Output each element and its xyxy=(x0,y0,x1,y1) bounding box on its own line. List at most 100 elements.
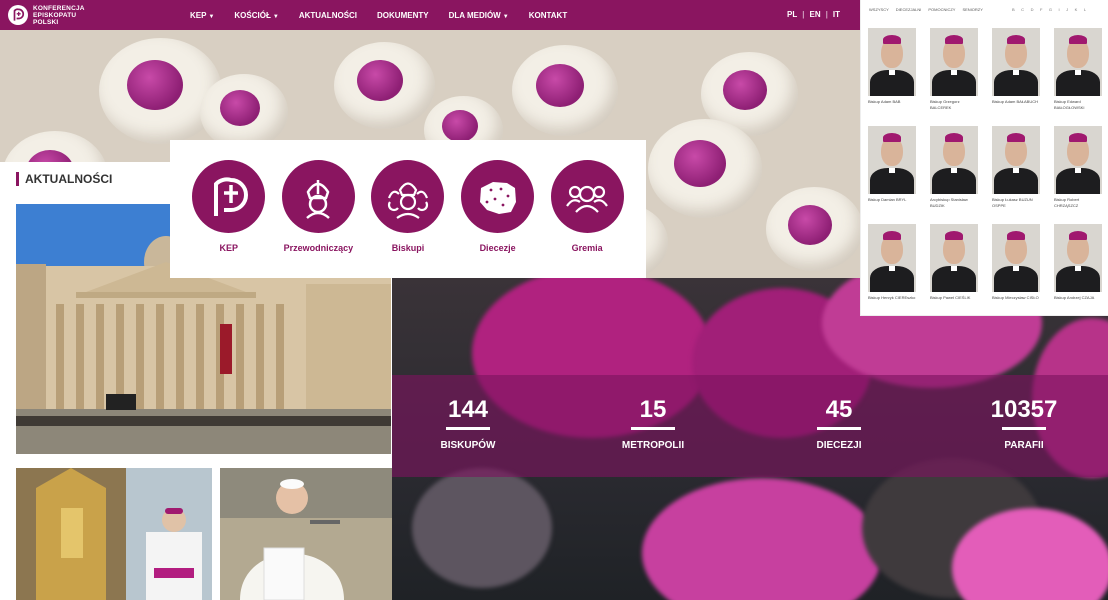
bishop-name: Biskup Damian BRYL xyxy=(868,197,907,202)
lang-separator: | xyxy=(802,10,805,19)
bishop-name: Biskup Adam BAŁABUCH xyxy=(992,99,1039,104)
main-nav: KEP ▼ KOŚCIÓŁ ▼ AKTUALNOŚCI DOKUMENTY DLA … xyxy=(190,11,587,20)
stat-parafii: 10357 PARAFII xyxy=(959,396,1089,451)
quicklink-biskupi[interactable]: Biskupi xyxy=(368,160,448,253)
bishop-card[interactable]: Biskup Łukasz BUZUN OSPPE xyxy=(992,126,1042,209)
quicklink-przewodniczacy[interactable]: Przewodniczący xyxy=(278,160,358,253)
stat-value: 45 xyxy=(825,396,853,423)
chevron-down-icon: ▼ xyxy=(502,13,509,20)
letter-filter[interactable]: I xyxy=(1059,7,1060,12)
kep-cross-icon xyxy=(192,160,266,233)
letter-filter[interactable]: L xyxy=(1084,7,1086,12)
letter-filter[interactable]: G xyxy=(1049,7,1052,12)
bishop-portrait xyxy=(1054,28,1102,96)
kep-logo-icon xyxy=(8,5,28,25)
site-logo[interactable]: KONFERENCJA EPISKOPATU POLSKI xyxy=(8,5,178,26)
stat-divider xyxy=(631,427,675,430)
letter-filter[interactable]: B xyxy=(1012,7,1015,12)
bishop-card[interactable]: Arcybiskup Stanisław BUDZIK xyxy=(930,126,980,209)
bishop-portrait xyxy=(992,224,1040,292)
stat-value: 144 xyxy=(447,396,489,423)
bishop-name: Biskup Robert CHRZĄSZCZ xyxy=(1054,197,1080,208)
bishop-card[interactable]: Biskup Paweł CIEŚLIK xyxy=(930,224,980,301)
bishop-card[interactable]: Biskup Damian BRYL xyxy=(868,126,918,203)
stat-label: PARAFII xyxy=(1004,440,1044,451)
bishop-name: Biskup Mieczysław CISŁO xyxy=(992,295,1039,300)
logo-text: KONFERENCJA EPISKOPATU POLSKI xyxy=(33,4,85,26)
alphabet-filter: B C D F G I J K L xyxy=(1012,7,1093,12)
language-switcher: PL | EN | IT xyxy=(782,10,840,19)
quicklink-diecezje[interactable]: Diecezje xyxy=(458,160,538,253)
quicklink-kep[interactable]: KEP xyxy=(189,160,269,253)
stat-divider xyxy=(446,427,490,430)
nav-item-dla-mediow[interactable]: DLA MEDIÓW ▼ xyxy=(449,11,509,20)
stat-label: METROPOLII xyxy=(621,440,685,451)
photo-blob xyxy=(412,468,552,588)
nav-item-kep[interactable]: KEP ▼ xyxy=(190,11,214,20)
bishop-card[interactable]: Biskup Adam BAB xyxy=(868,28,918,105)
stat-label: DIECEZJI xyxy=(816,440,862,451)
photo-blob xyxy=(642,478,882,600)
letter-filter[interactable]: K xyxy=(1075,7,1078,12)
bishop-portrait xyxy=(930,28,978,96)
filter-pomocniczy[interactable]: POMOCNICZY xyxy=(928,7,955,12)
bishop-portrait xyxy=(930,126,978,194)
bishop-card[interactable]: Biskup Adam BAŁABUCH xyxy=(992,28,1042,105)
stat-diecezji: 45 DIECEZJI xyxy=(774,396,904,451)
filter-seniorzy[interactable]: SENIORZY xyxy=(962,7,982,12)
stat-label: BISKUPÓW xyxy=(440,440,496,451)
people-group-icon xyxy=(550,160,624,233)
stat-value: 10357 xyxy=(990,396,1058,423)
filter-diecezjalni[interactable]: DIECEZJALNI xyxy=(896,7,922,12)
bishop-portrait xyxy=(868,224,916,292)
letter-filter[interactable]: D xyxy=(1031,7,1034,12)
bishop-card[interactable]: Biskup Mieczysław CISŁO xyxy=(992,224,1042,301)
news-image-church-interior[interactable] xyxy=(16,468,212,600)
chevron-down-icon: ▼ xyxy=(272,13,279,20)
zucchetto-shape xyxy=(723,70,767,110)
bishops-group-icon xyxy=(371,160,445,233)
zucchetto-shape xyxy=(536,64,584,108)
letter-filter[interactable]: F xyxy=(1040,7,1042,12)
bishop-card[interactable]: Biskup Robert CHRZĄSZCZ xyxy=(1054,126,1104,209)
chevron-down-icon: ▼ xyxy=(208,13,215,20)
bishop-portrait xyxy=(1054,224,1102,292)
bishops-directory: WSZYSCY DIECEZJALNI POMOCNICZY SENIORZY … xyxy=(860,0,1108,316)
filter-wszyscy[interactable]: WSZYSCY xyxy=(869,7,889,12)
stat-divider xyxy=(817,427,861,430)
lang-it[interactable]: IT xyxy=(833,10,840,19)
top-navbar: KONFERENCJA EPISKOPATU POLSKI KEP ▼ KOŚCI… xyxy=(0,0,860,30)
nav-item-dokumenty[interactable]: DOKUMENTY xyxy=(377,11,429,20)
bishop-portrait xyxy=(868,28,916,96)
bishop-card[interactable]: Biskup Grzegorz BALCEREK xyxy=(930,28,980,111)
news-heading: AKTUALNOŚCI xyxy=(16,172,112,186)
nav-item-kontakt[interactable]: KONTAKT xyxy=(529,11,568,20)
news-image-pope[interactable] xyxy=(220,468,392,600)
bishop-name: Biskup Grzegorz BALCEREK xyxy=(930,99,960,110)
zucchetto-shape xyxy=(674,140,726,187)
church-interior-illustration xyxy=(16,468,212,600)
letter-filter[interactable]: C xyxy=(1021,7,1024,12)
bishop-card[interactable]: Biskup Andrzej CZAJA xyxy=(1054,224,1104,301)
lang-pl[interactable]: PL xyxy=(787,10,797,19)
quicklink-gremia[interactable]: Gremia xyxy=(547,160,627,253)
bishop-portrait xyxy=(930,224,978,292)
bishop-portrait xyxy=(992,126,1040,194)
letter-filter[interactable]: J xyxy=(1066,7,1068,12)
quicklinks-bar: KEP Przewodniczący Biskupi Diecezje Grem… xyxy=(170,140,646,278)
nav-item-kosciol[interactable]: KOŚCIÓŁ ▼ xyxy=(234,11,278,20)
bishop-portrait xyxy=(992,28,1040,96)
poland-map-icon xyxy=(461,160,535,233)
lang-en[interactable]: EN xyxy=(810,10,821,19)
nav-item-aktualnosci[interactable]: AKTUALNOŚCI xyxy=(299,11,357,20)
stat-metropolii: 15 METROPOLII xyxy=(588,396,718,451)
lang-separator: | xyxy=(825,10,828,19)
bishop-card[interactable]: Biskup Henryk CIEREszko xyxy=(868,224,918,301)
directory-filters: WSZYSCY DIECEZJALNI POMOCNICZY SENIORZY xyxy=(869,7,990,12)
stat-biskupow: 144 BISKUPÓW xyxy=(403,396,533,451)
bishop-name: Biskup Edward BIAŁOGŁOWSKI xyxy=(1054,99,1085,110)
bishop-name: Biskup Henryk CIEREszko xyxy=(868,295,916,300)
bishop-portrait xyxy=(1054,126,1102,194)
mitre-icon xyxy=(281,160,355,233)
bishop-card[interactable]: Biskup Edward BIAŁOGŁOWSKI xyxy=(1054,28,1104,111)
